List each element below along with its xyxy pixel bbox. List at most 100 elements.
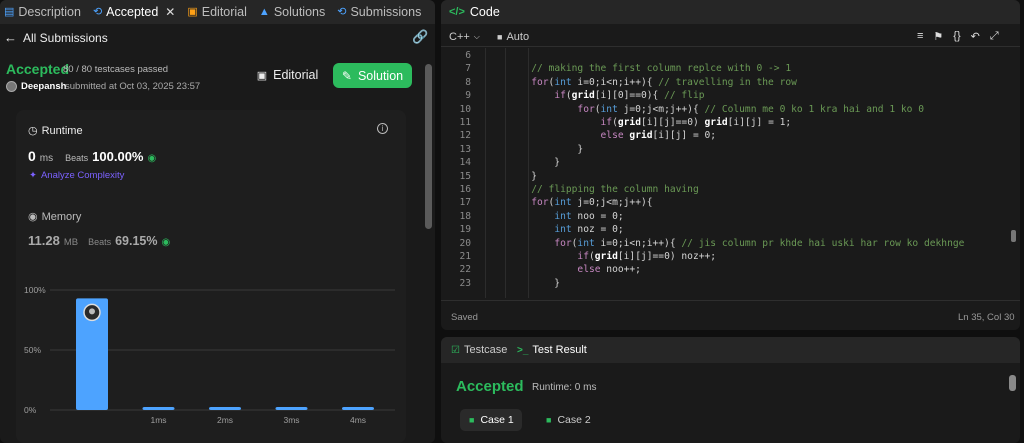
testcases-passed: 80 / 80 testcases passed bbox=[63, 64, 169, 75]
code-line[interactable]: 21 if(grid[i][j]==0) noz++; bbox=[441, 250, 1001, 263]
line-number: 6 bbox=[465, 50, 471, 61]
code-line[interactable]: 12 else grid[i][j] = 0; bbox=[441, 129, 1001, 142]
y-tick-label: 100% bbox=[24, 285, 46, 295]
code-line[interactable]: 17 for(int j=0;j<m;j++){ bbox=[441, 196, 1001, 209]
code-line[interactable]: 20 for(int i=0;i<n;i++){ // jis column p… bbox=[441, 237, 1001, 250]
checkbox-icon: ☑ bbox=[451, 344, 460, 356]
back-link[interactable]: ← All Submissions bbox=[4, 30, 108, 45]
code-line[interactable]: 8 for(int i=0;i<n;i++){ // travelling in… bbox=[441, 76, 1001, 89]
tab-accepted[interactable]: ⟲ Accepted ✕ bbox=[87, 0, 181, 24]
code-line[interactable]: 11 if(grid[i][j]==0) grid[i][j] = 1; bbox=[441, 116, 1001, 129]
line-number: 22 bbox=[459, 264, 471, 276]
book-icon: ▣ bbox=[256, 69, 268, 82]
code-text: for(int i=0;i<n;i++){ // jis column pr k… bbox=[554, 237, 965, 249]
flask-icon: ▲ bbox=[258, 5, 270, 18]
reset-icon[interactable]: ↶ bbox=[971, 30, 980, 43]
code-line[interactable]: 22 else noo++; bbox=[441, 263, 1001, 276]
y-tick-label: 0% bbox=[24, 405, 37, 415]
lock-icon: ■ bbox=[497, 32, 503, 42]
memory-unit: MB bbox=[63, 237, 79, 248]
check-icon: ■ bbox=[546, 415, 552, 425]
editorial-button[interactable]: ▣ Editorial bbox=[249, 63, 326, 87]
memory-title: ◉ Memory bbox=[28, 210, 82, 224]
code-line[interactable]: 14 } bbox=[441, 156, 1001, 169]
status-accepted: Accepted bbox=[6, 61, 70, 77]
result-runtime: Runtime: 0 ms bbox=[532, 382, 597, 393]
result-scrollbar[interactable] bbox=[1009, 375, 1016, 391]
code-line[interactable]: 15 } bbox=[441, 170, 1001, 183]
bookmark-icon[interactable]: ⚑ bbox=[933, 30, 943, 43]
code-line[interactable]: 7 // making the first column replce with… bbox=[441, 62, 1001, 75]
tab-editorial[interactable]: ▣ Editorial bbox=[181, 0, 253, 24]
format-icon[interactable]: ≡ bbox=[917, 30, 923, 43]
code-panel: </> Code C++ ⌵ ■ Auto ≡ ⚑ {} ↶ ⤢ 67 // m… bbox=[441, 0, 1020, 330]
code-line[interactable]: 9 if(grid[i][0]==0){ // flip bbox=[441, 89, 1001, 102]
runtime-beats-label: Beats bbox=[65, 153, 89, 163]
x-tick-label: 2ms bbox=[217, 415, 233, 425]
cursor-position: Ln 35, Col 30 bbox=[958, 312, 1015, 323]
chevron-down-icon: ⌵ bbox=[473, 32, 480, 41]
code-line[interactable]: 10 for(int j=0;j<m;j++){ // Column me 0 … bbox=[441, 103, 1001, 116]
chart-bar bbox=[142, 407, 175, 410]
book-icon: ▣ bbox=[187, 5, 198, 18]
tab-test-result[interactable]: >_ Test Result bbox=[517, 344, 587, 356]
line-number: 15 bbox=[459, 170, 471, 182]
code-text: for(int j=0;j<m;j++){ // Column me 0 ko … bbox=[577, 103, 924, 115]
submitted-time: submitted at Oct 03, 2025 23:57 bbox=[65, 81, 201, 92]
analyze-complexity-link[interactable]: ✦ Analyze Complexity bbox=[29, 170, 124, 181]
runtime-value-row: 0 ms Beats 100.00% ◉ bbox=[28, 148, 156, 164]
code-text: if(grid[i][0]==0){ // flip bbox=[554, 90, 705, 102]
clock-icon: ◷ bbox=[28, 125, 38, 137]
runtime-title: ◷ Runtime bbox=[28, 124, 83, 138]
tab-submissions[interactable]: ⟲ Submissions bbox=[331, 0, 427, 24]
tab-testcase[interactable]: ☑ Testcase bbox=[451, 344, 507, 356]
code-text: } bbox=[485, 170, 537, 182]
resize-handle[interactable] bbox=[1011, 230, 1016, 242]
line-number: 7 bbox=[465, 63, 471, 75]
avatar bbox=[6, 81, 17, 92]
auto-mode[interactable]: ■ Auto bbox=[497, 31, 529, 43]
code-line[interactable]: 18 int noo = 0; bbox=[441, 210, 1001, 223]
language-select[interactable]: C++ ⌵ bbox=[449, 31, 480, 43]
line-number: 16 bbox=[459, 184, 471, 195]
code-line[interactable]: 13 } bbox=[441, 143, 1001, 156]
tab-solutions[interactable]: ▲ Solutions bbox=[253, 0, 331, 24]
code-line[interactable]: 19 int noz = 0; bbox=[441, 223, 1001, 236]
case-1-button[interactable]: ■ Case 1 bbox=[460, 409, 522, 431]
line-number: 9 bbox=[465, 90, 471, 102]
scrollbar[interactable] bbox=[425, 64, 432, 229]
memory-value-row: 11.28 MB Beats 69.15% ◉ bbox=[28, 233, 170, 248]
memory-beats-value: 69.15% bbox=[115, 234, 158, 248]
code-line[interactable]: 6 bbox=[441, 49, 1001, 62]
document-icon: ▤ bbox=[4, 5, 15, 18]
history-icon: ⟲ bbox=[92, 5, 103, 18]
beats-badge-icon: ◉ bbox=[147, 153, 157, 164]
case-2-button[interactable]: ■ Case 2 bbox=[539, 409, 601, 431]
code-text: } bbox=[485, 143, 584, 155]
line-number: 17 bbox=[459, 197, 471, 209]
line-number: 10 bbox=[459, 103, 471, 115]
memory-value: 11.28 bbox=[28, 233, 60, 248]
terminal-icon: >_ bbox=[517, 344, 529, 356]
indent-guide bbox=[528, 48, 529, 298]
code-line[interactable]: 16 // flipping the column having bbox=[441, 183, 1001, 196]
code-editor[interactable]: 67 // making the first column replce wit… bbox=[441, 48, 1020, 298]
arrow-left-icon: ← bbox=[4, 30, 17, 45]
expand-icon[interactable]: ⤢ bbox=[990, 30, 999, 43]
braces-icon[interactable]: {} bbox=[953, 30, 960, 43]
username[interactable]: Deepansh bbox=[21, 81, 66, 92]
editor-toolbar: ≡ ⚑ {} ↶ ⤢ bbox=[917, 30, 999, 43]
link-icon[interactable]: 🔗 bbox=[412, 29, 428, 45]
close-icon[interactable]: ✕ bbox=[165, 6, 175, 18]
code-line[interactable]: 23 } bbox=[441, 277, 1001, 290]
info-icon[interactable]: i bbox=[377, 123, 388, 134]
sparkle-icon: ✦ bbox=[29, 170, 37, 181]
line-number: 19 bbox=[459, 224, 471, 236]
chart-bar bbox=[209, 407, 241, 410]
tab-description[interactable]: ▤ Description bbox=[0, 0, 87, 24]
runtime-value: 0 bbox=[28, 148, 36, 164]
code-header bbox=[441, 0, 1020, 24]
solution-button[interactable]: ✎ Solution bbox=[333, 63, 412, 88]
edit-icon: ✎ bbox=[341, 68, 352, 83]
avatar-head bbox=[89, 308, 95, 315]
